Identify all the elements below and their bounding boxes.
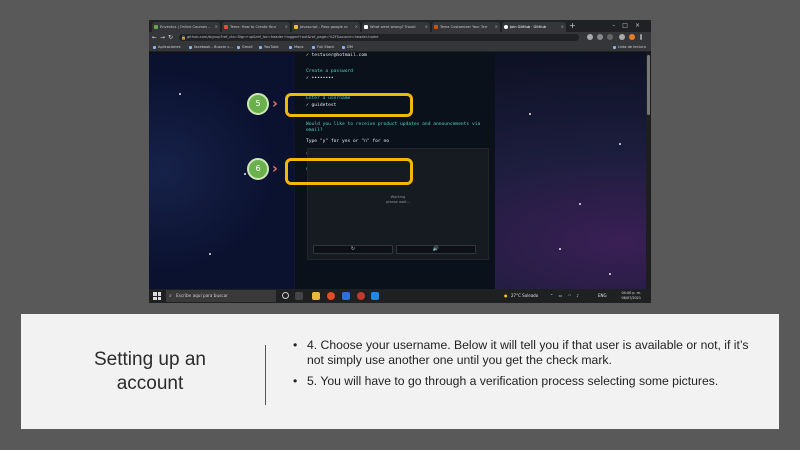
lock-icon: 🔒 [181, 35, 186, 40]
bullet-item: 5. You will have to go through a verific… [293, 374, 763, 389]
bookmark-item[interactable]: DM [342, 44, 353, 51]
forward-icon[interactable]: → [160, 33, 165, 42]
menu-icon[interactable] [640, 34, 642, 40]
extension-icon[interactable] [597, 34, 603, 40]
email-line: ✓ testuser@hotmail.com [306, 53, 367, 58]
star-dot [559, 248, 561, 250]
caption-title: Setting up an account [94, 349, 206, 394]
arrow-icon: › [272, 96, 278, 112]
star-dot [244, 173, 246, 175]
caption-divider [265, 345, 266, 405]
url-text: github.com/signup?ref_cta=Sign+up&ref_lo… [187, 35, 379, 39]
captcha-status: Working please wait... [386, 195, 410, 204]
chrome-icon[interactable] [327, 292, 335, 300]
close-icon[interactable]: × [285, 22, 288, 32]
tray-icons[interactable]: ⌃ ▭ ◠ ♪ [550, 289, 581, 303]
app-icon[interactable] [357, 292, 365, 300]
new-tab-icon[interactable]: + [569, 21, 576, 31]
tab-label: Temx: How to Create Your [230, 25, 277, 29]
audio-captcha-button[interactable]: 🔊 [396, 245, 476, 254]
close-icon[interactable]: × [425, 22, 428, 32]
password-prompt: Create a password [306, 69, 354, 74]
reading-list[interactable]: Lista de lectura [613, 44, 646, 51]
tab-favicon-icon [154, 25, 158, 29]
star-dot [609, 273, 611, 275]
tab-label: Envestus | Online Courses – [160, 25, 210, 29]
reload-icon[interactable]: ↻ [168, 33, 173, 42]
caption-panel: Setting up an account 4. Choose your use… [21, 314, 779, 429]
window-controls[interactable]: –□× [612, 21, 647, 31]
task-view-icon[interactable] [282, 292, 289, 299]
tab-favicon-icon [434, 25, 438, 29]
updates-hint: Type "y" for yes or "n" for no [306, 139, 389, 144]
browser-tab[interactable]: What went wrong? Troubl × [362, 22, 430, 32]
app-icon[interactable] [371, 292, 379, 300]
clock-date: 06/07/2021 [621, 296, 641, 300]
widgets-icon[interactable] [295, 292, 303, 300]
tab-label: What went wrong? Troubl [370, 25, 416, 29]
browser-tab-strip: Envestus | Online Courses – × Temx: How … [149, 20, 651, 32]
weather-text[interactable]: 27°C Soleado [511, 289, 538, 303]
verify-highlight [285, 158, 413, 185]
star-dot [579, 203, 581, 205]
bullet-item: 4. Choose your username. Below it will t… [293, 338, 763, 368]
scrollbar-thumb[interactable] [647, 55, 650, 115]
tab-label: Tema Customizer Your Terr [440, 25, 488, 29]
password-value: ✓ •••••••• [306, 76, 334, 81]
close-icon[interactable]: × [561, 22, 564, 32]
browser-tab-active[interactable]: Join GitHub · GitHub × [502, 22, 566, 32]
tab-label: Javascript - Paso google ro [300, 25, 348, 29]
caption-bullets: 4. Choose your username. Below it will t… [293, 338, 763, 395]
star-dot [529, 113, 531, 115]
bookmark-item[interactable]: Maps [289, 44, 303, 51]
taskbar-search-placeholder: Escribe aquí para buscar [176, 293, 228, 298]
bookmark-item[interactable]: Gmail [237, 44, 253, 51]
page-scrollbar[interactable] [646, 53, 651, 289]
browser-tab[interactable]: Javascript - Paso google ro × [292, 22, 360, 32]
arrow-icon: › [272, 161, 278, 177]
close-icon[interactable]: × [495, 22, 498, 32]
tab-favicon-icon [224, 25, 228, 29]
bookmark-item[interactable]: Aplicaciones [153, 44, 180, 51]
star-dot [209, 253, 211, 255]
back-icon[interactable]: ← [152, 33, 157, 42]
close-icon[interactable]: × [215, 22, 218, 32]
address-bar-row: ← → ↻ 🔒 github.com/signup?ref_cta=Sign+u… [149, 32, 651, 43]
tab-label: Join GitHub · GitHub [510, 25, 547, 29]
tab-favicon-icon [364, 25, 368, 29]
updates-question: Would you like to receive product update… [306, 122, 481, 133]
github-icon [504, 25, 508, 29]
bookmark-item[interactable]: facebook - Buscar c... [189, 44, 233, 51]
browser-tab[interactable]: Envestus | Online Courses – × [152, 22, 220, 32]
windows-start-icon[interactable] [153, 292, 161, 300]
file-explorer-icon[interactable] [312, 292, 320, 300]
url-input[interactable]: 🔒 github.com/signup?ref_cta=Sign+up&ref_… [179, 34, 579, 41]
taskbar-search-input[interactable]: ⌕ Escribe aquí para buscar [166, 290, 276, 302]
tab-favicon-icon [294, 25, 298, 29]
store-icon[interactable] [342, 292, 350, 300]
step-6-badge: 6 [247, 158, 269, 180]
browser-tab[interactable]: Tema Customizer Your Terr × [432, 22, 500, 32]
close-icon[interactable]: × [355, 22, 358, 32]
puzzle-icon[interactable] [619, 34, 625, 40]
language-indicator[interactable]: ENG [598, 289, 607, 303]
browser-tab[interactable]: Temx: How to Create Your × [222, 22, 290, 32]
avatar[interactable] [629, 34, 635, 40]
bookmarks-bar: Aplicaciones facebook - Buscar c... Gmai… [149, 43, 651, 52]
windows-taskbar: ⌕ Escribe aquí para buscar ● 27°C Solead… [149, 289, 651, 303]
bookmark-item[interactable]: Full Stack [312, 44, 334, 51]
screenshot: Envestus | Online Courses – × Temx: How … [149, 20, 651, 303]
bookmark-item[interactable]: YouTube [259, 44, 279, 51]
username-highlight [285, 93, 413, 117]
weather-icon: ● [504, 293, 508, 298]
star-dot [619, 143, 621, 145]
search-icon: ⌕ [169, 293, 172, 299]
refresh-captcha-button[interactable]: ↻ [313, 245, 393, 254]
step-5-badge: 5 [247, 93, 269, 115]
star-icon[interactable] [587, 34, 593, 40]
star-dot [179, 93, 181, 95]
extension-icon[interactable] [607, 34, 613, 40]
taskbar-clock[interactable]: 04:40 p. m. 06/07/2021 [621, 291, 641, 301]
